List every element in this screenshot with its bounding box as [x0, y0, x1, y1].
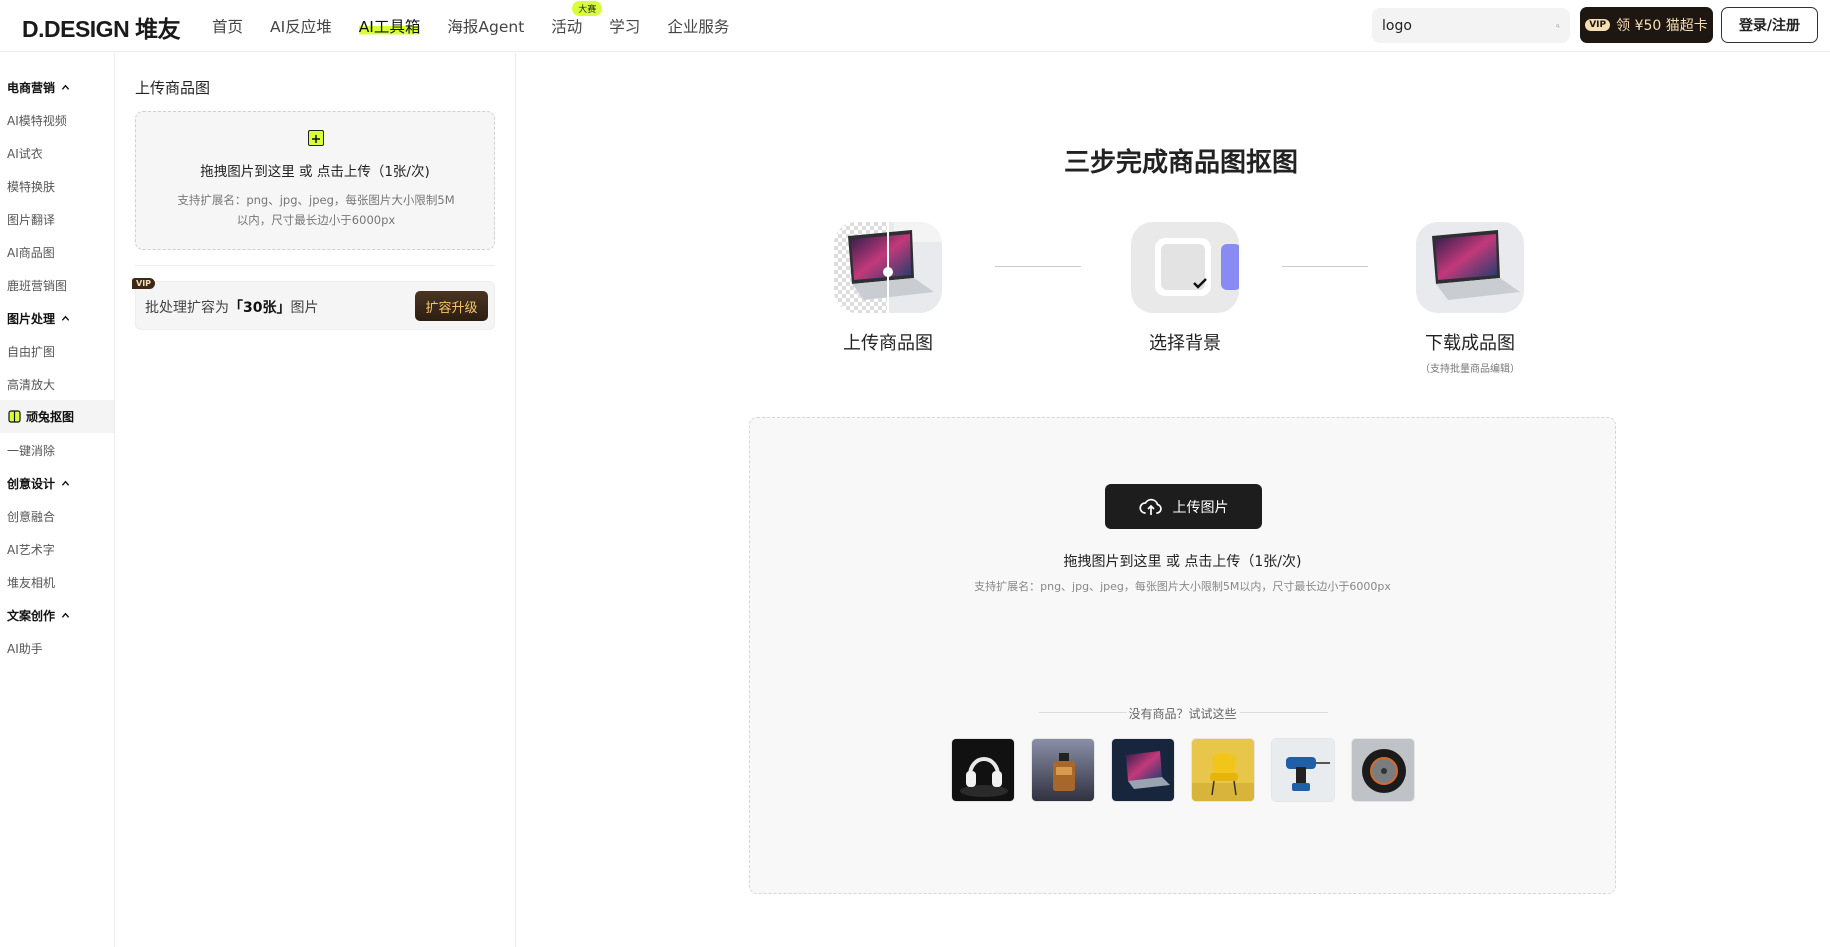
step-upload-image: [834, 222, 942, 313]
panel-drop-sub-text: 支持扩展名：png、jpg、jpeg，每张图片大小限制5M以内，尺寸最长边小于6…: [177, 193, 455, 227]
sidebar-item-free-expand[interactable]: 自由扩图: [7, 343, 55, 360]
panel-title: 上传商品图: [135, 79, 211, 97]
group-title: 文案创作: [7, 609, 56, 623]
sidebar-item-model-skin[interactable]: 模特换肤: [7, 178, 55, 195]
upload-image-button[interactable]: 上传图片: [1105, 484, 1262, 529]
step-connector: [1282, 266, 1368, 267]
sidebar-item-cutout[interactable]: 顽兔抠图: [0, 400, 114, 433]
sample-tire[interactable]: [1351, 738, 1415, 802]
sidebar-item-creative-fusion[interactable]: 创意融合: [7, 508, 55, 525]
sample-chair[interactable]: [1191, 738, 1255, 802]
sidebar-group-image-processing[interactable]: 图片处理: [7, 310, 70, 327]
step-download: 下载成品图 （支持批量商品编辑）: [1380, 222, 1560, 375]
sidebar-item-ai-model-video[interactable]: AI模特视频: [7, 112, 67, 129]
page-title: 三步完成商品图抠图: [1063, 148, 1298, 178]
step-download-note: （支持批量商品编辑）: [1420, 364, 1520, 375]
search-box: [1372, 8, 1570, 43]
nav-label: 活动: [551, 18, 583, 36]
try-divider-right: [1240, 712, 1328, 713]
group-title: 电商营销: [7, 81, 56, 95]
main-nav: 首页 AI反应堆 AI工具箱 海报Agent 活动 大赛 学习 企业服务: [212, 0, 756, 52]
sidebar-item-one-click-erase[interactable]: 一键消除: [7, 442, 55, 459]
sidebar-item-ai-product-image[interactable]: AI商品图: [7, 244, 55, 261]
sidebar-item-luban-marketing[interactable]: 鹿班营销图: [7, 277, 67, 294]
sample-list: [951, 738, 1415, 802]
search-icon[interactable]: [1556, 17, 1560, 35]
nav-label: 首页: [212, 18, 244, 36]
step-upload: 上传商品图: [798, 222, 978, 355]
try-samples-text: 没有商品？试试这些: [1128, 707, 1237, 721]
sidebar-item-duiyou-camera[interactable]: 堆友相机: [7, 574, 55, 591]
nav-ai-toolbox[interactable]: AI工具箱: [358, 15, 421, 37]
vip-coupon-label: 领 ¥50 猫超卡: [1616, 18, 1708, 34]
group-title: 创意设计: [7, 477, 56, 491]
nav-home[interactable]: 首页: [212, 15, 243, 37]
chevron-up-icon: [61, 315, 70, 321]
nav-label: 海报Agent: [447, 18, 525, 36]
tool-sidebar: 电商营销 AI模特视频 AI试衣 模特换肤 图片翻译 AI商品图 鹿班营销图 图…: [0, 53, 115, 947]
step-background-image: [1131, 222, 1239, 313]
chevron-up-icon: [61, 84, 70, 90]
sidebar-item-ai-art-text[interactable]: AI艺术字: [7, 541, 55, 558]
contest-badge: 大赛: [572, 1, 603, 16]
sidebar-item-ai-assistant[interactable]: AI助手: [7, 640, 43, 657]
group-title: 图片处理: [7, 312, 56, 326]
panel-drop-main-text: 拖拽图片到这里 或 点击上传（1张/次): [200, 164, 430, 180]
sample-laptop[interactable]: [1111, 738, 1175, 802]
top-header: D.DESIGN 堆友 首页 AI反应堆 AI工具箱 海报Agent 活动 大赛 …: [0, 0, 1830, 52]
vip-coupon-button[interactable]: VIP 领 ¥50 猫超卡: [1580, 7, 1713, 43]
chevron-up-icon: [61, 480, 70, 486]
upload-button-label: 上传图片: [1172, 499, 1229, 516]
sidebar-item-label: 顽兔抠图: [26, 410, 75, 424]
sample-perfume[interactable]: [1031, 738, 1095, 802]
batch-prefix: 批处理扩容为: [145, 300, 229, 316]
upload-main-text: 拖拽图片到这里 或 点击上传（1张/次): [1063, 554, 1302, 570]
sidebar-item-hd-upscale[interactable]: 高清放大: [7, 376, 55, 393]
nav-label: AI工具箱: [358, 18, 421, 36]
panel-drop-zone[interactable]: 拖拽图片到这里 或 点击上传（1张/次) 支持扩展名：png、jpg、jpeg，…: [135, 111, 495, 250]
cutout-icon: [8, 410, 21, 423]
upload-panel: 上传商品图 拖拽图片到这里 或 点击上传（1张/次) 支持扩展名：png、jpg…: [116, 53, 516, 947]
vip-icon: VIP: [1585, 19, 1611, 31]
step-background-label: 选择背景: [1149, 333, 1221, 354]
search-input[interactable]: [1382, 17, 1556, 34]
plus-icon: [308, 130, 324, 146]
main-drop-zone[interactable]: 上传图片 拖拽图片到这里 或 点击上传（1张/次) 支持扩展名：png、jpg、…: [749, 417, 1616, 894]
step-background: 选择背景: [1095, 222, 1275, 355]
cloud-upload-icon: [1138, 498, 1162, 515]
nav-learn[interactable]: 学习: [609, 15, 640, 37]
batch-highlight: 「30张」: [229, 300, 291, 316]
sample-headphones[interactable]: [951, 738, 1015, 802]
step-download-image: [1416, 222, 1524, 313]
sidebar-group-ecommerce[interactable]: 电商营销: [7, 79, 70, 96]
nav-label: 学习: [609, 18, 641, 36]
batch-suffix: 图片: [290, 300, 319, 316]
step-download-label: 下载成品图: [1425, 333, 1515, 354]
sidebar-group-creative-design[interactable]: 创意设计: [7, 475, 70, 492]
login-button[interactable]: 登录/注册: [1721, 7, 1818, 43]
step-connector: [995, 266, 1081, 267]
batch-text: 批处理扩容为「30张」图片: [145, 297, 318, 317]
sidebar-group-copywriting[interactable]: 文案创作: [7, 607, 70, 624]
vip-tag: VIP: [132, 278, 156, 289]
nav-events[interactable]: 活动 大赛: [551, 1, 603, 37]
sidebar-item-ai-tryon[interactable]: AI试衣: [7, 145, 43, 162]
nav-ai-reactor[interactable]: AI反应堆: [270, 15, 332, 37]
sample-drill[interactable]: [1271, 738, 1335, 802]
nav-enterprise[interactable]: 企业服务: [667, 15, 729, 37]
sidebar-item-image-translate[interactable]: 图片翻译: [7, 211, 55, 228]
nav-poster-agent[interactable]: 海报Agent: [447, 15, 524, 37]
nav-label: 企业服务: [667, 18, 730, 36]
panel-divider: [135, 265, 495, 266]
chevron-up-icon: [61, 612, 70, 618]
upload-sub-text: 支持扩展名：png、jpg、jpeg，每张图片大小限制5M以内，尺寸最长边小于6…: [974, 580, 1391, 593]
site-logo[interactable]: D.DESIGN 堆友: [22, 10, 181, 44]
batch-upgrade-card: VIP 批处理扩容为「30张」图片 扩容升级: [132, 278, 495, 330]
upgrade-button[interactable]: 扩容升级: [415, 291, 488, 321]
step-upload-label: 上传商品图: [843, 333, 933, 354]
nav-label: AI反应堆: [270, 18, 332, 36]
